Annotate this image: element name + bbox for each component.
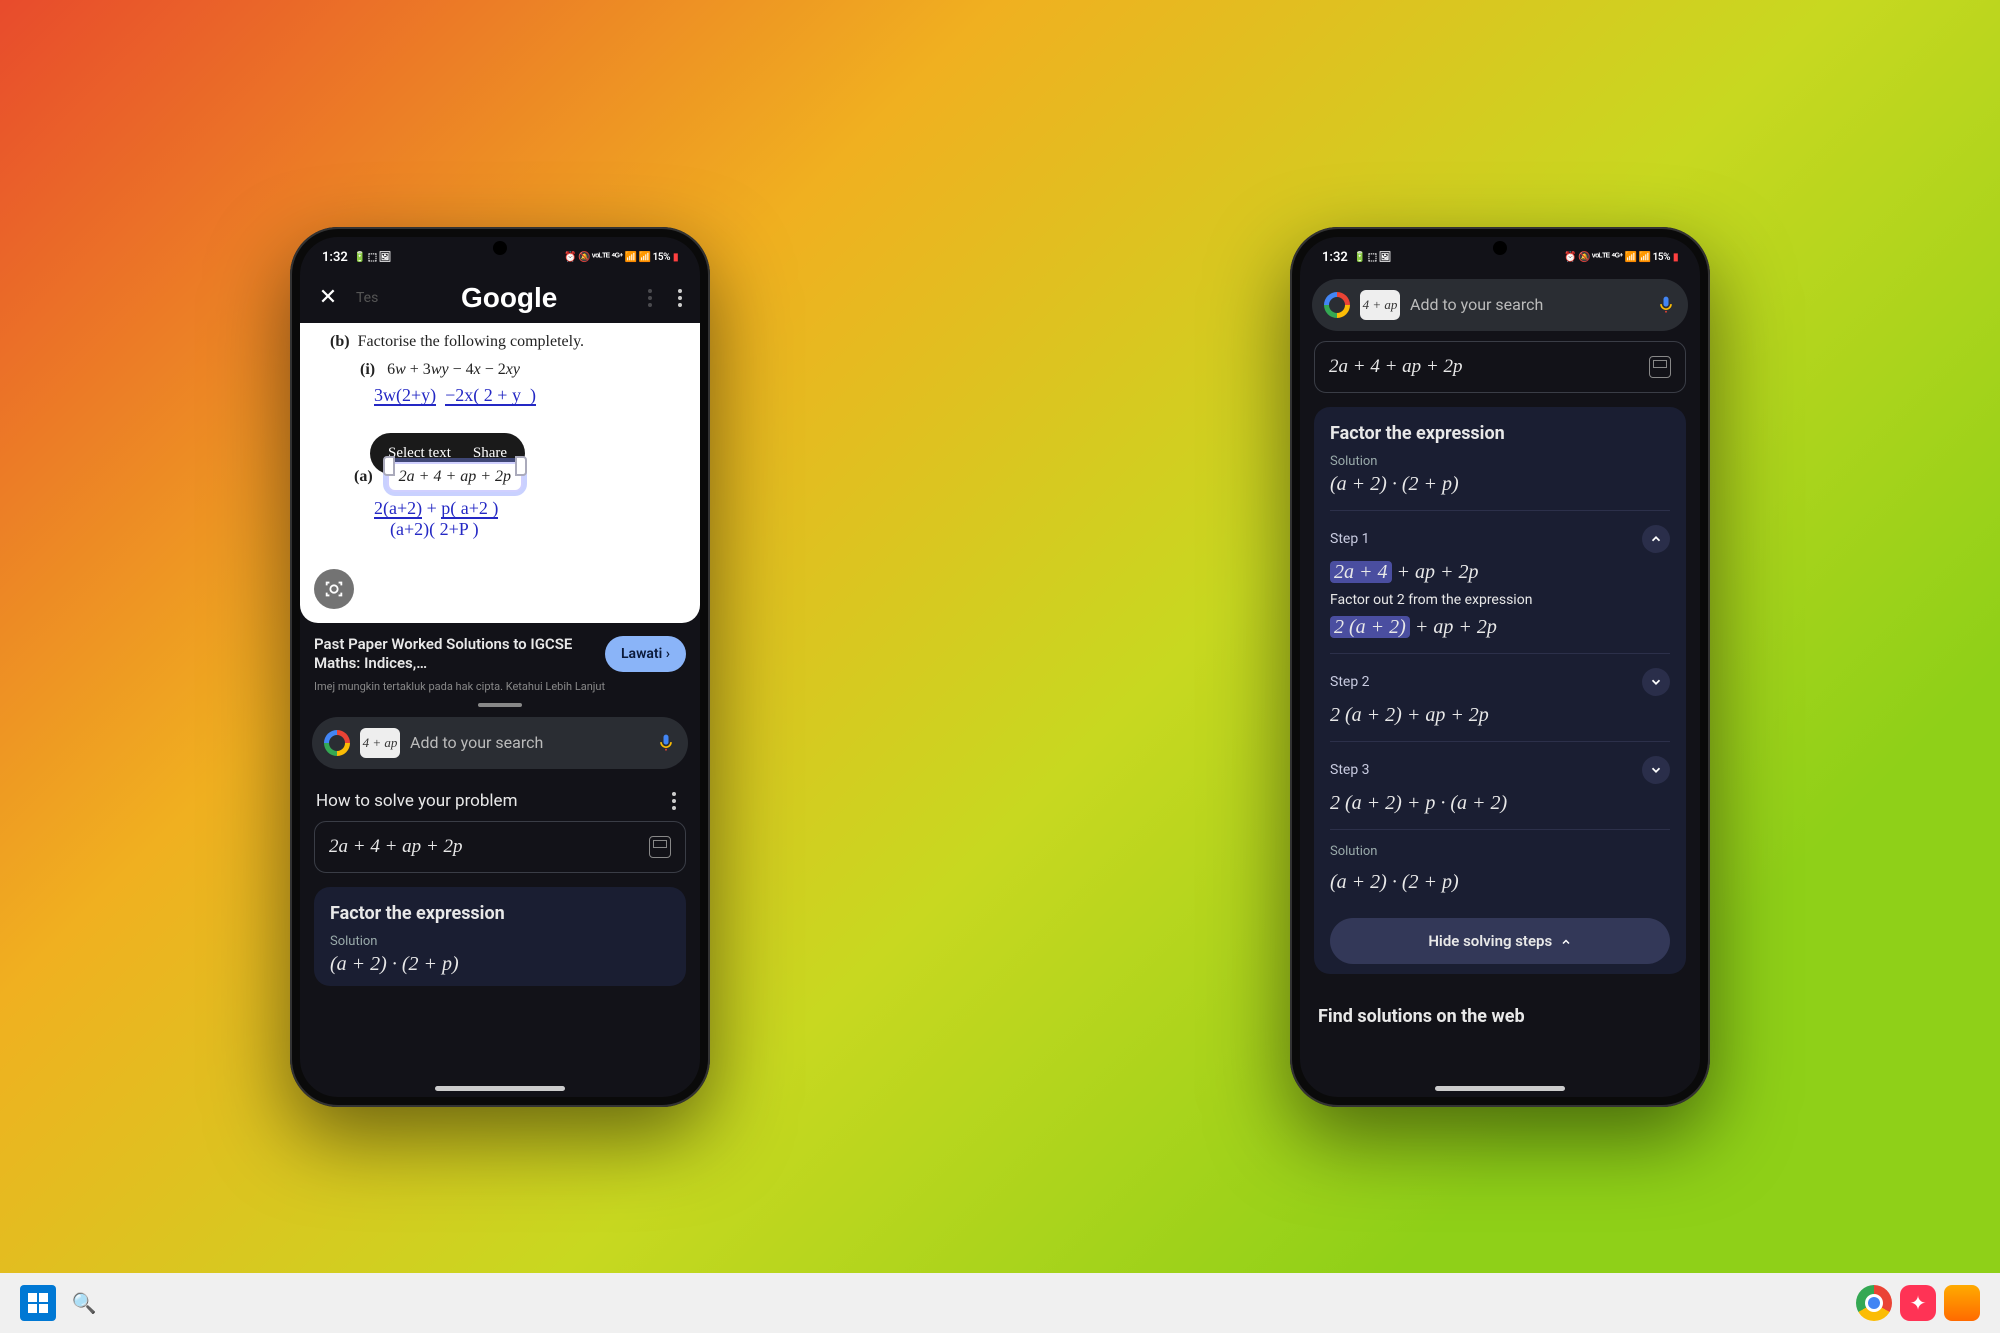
step-3[interactable]: Step 3 2 (a + 2) + p · (a + 2) [1330,741,1670,829]
gesture-bar[interactable] [1435,1086,1565,1091]
step3-label: Step 3 [1330,762,1370,778]
google-g-icon [324,730,350,756]
status-time: 1:32 [1322,250,1348,265]
mic-icon[interactable] [1656,295,1676,315]
step1-desc: Factor out 2 from the expression [1330,592,1670,608]
handwriting-2: 2(a+2) + p( a+2 ) [330,498,680,519]
expression-box[interactable]: 2a + 4 + ap + 2p [1314,341,1686,393]
search-bar[interactable]: 4 + ap Add to your search [1312,279,1688,331]
step2-label: Step 2 [1330,674,1370,690]
camera-hole [493,241,507,255]
factor-title: Factor the expression [1330,423,1670,444]
select-text-button[interactable]: Select text [388,445,451,462]
phone-left: 1:32 🔋 ⬚ 🖼 ⏰ 🔕 ᵛᵒᴸᵀᴱ ⁴ᴳ⁺ 📶 📶 15%▮ ✕ Tes … [290,227,710,1107]
solve-heading: How to solve your problem [316,791,518,811]
handwriting-1: 3w(2+y) −2x( 2 + y ) [330,385,680,406]
sheet-drag-handle[interactable] [478,703,522,707]
background-tab: Tes [356,290,378,306]
step3-eq: 2 (a + 2) + p · (a + 2) [1330,792,1670,815]
lens-shutter-icon[interactable] [314,569,354,609]
app-header: ✕ Tes Google [300,273,700,323]
share-button[interactable]: Share [473,445,507,462]
overflow-faded-icon [640,289,660,307]
factor-card: Factor the expression Solution (a + 2) ·… [1314,407,1686,974]
search-placeholder: Add to your search [410,733,646,752]
step1-eq2: 2 (a + 2) + ap + 2p [1330,616,1670,639]
chevron-down-icon[interactable] [1642,668,1670,696]
phone-right: 1:32 🔋 ⬚ 🖼 ⏰ 🔕 ᵛᵒᴸᵀᴱ ⁴ᴳ⁺ 📶 📶 15%▮ 4 + ap… [1290,227,1710,1107]
solution-label: Solution [1330,454,1670,469]
overflow-menu-icon[interactable] [670,289,690,307]
step-2[interactable]: Step 2 2 (a + 2) + ap + 2p [1330,653,1670,741]
search-bar[interactable]: 4 + ap Add to your search [312,717,688,769]
math-keyboard-icon[interactable] [1649,356,1671,378]
status-left-icons: 🔋 ⬚ 🖼 [354,252,391,263]
image-disclaimer: Imej mungkin tertakluk pada hak cipta. K… [300,680,700,699]
expression-text: 2a + 4 + ap + 2p [1329,356,1462,378]
mic-icon[interactable] [656,733,676,753]
source-result-row[interactable]: Past Paper Worked Solutions to IGCSE Mat… [300,623,700,680]
final-label: Solution [1330,844,1670,859]
solution-expression: (a + 2) · (2 + p) [330,953,670,976]
worksheet-line-i: (i) 6w + 3wy − 4x − 2xy [330,351,680,385]
status-time: 1:32 [322,250,348,265]
chevron-down-icon[interactable] [1642,756,1670,784]
hide-steps-button[interactable]: Hide solving steps [1330,918,1670,964]
expression-box[interactable]: 2a + 4 + ap + 2p [314,821,686,873]
source-title: Past Paper Worked Solutions to IGCSE Mat… [314,635,595,674]
search-placeholder: Add to your search [1410,295,1646,314]
lens-captured-image[interactable]: (b) (b) Factorise the following complete… [300,323,700,623]
search-image-chip[interactable]: 4 + ap [360,728,400,758]
status-left-icons: 🔋 ⬚ 🖼 [1354,252,1391,263]
step1-label: Step 1 [1330,531,1370,547]
handwriting-3: (a+2)( 2+P ) [330,519,680,540]
gesture-bar[interactable] [435,1086,565,1091]
worksheet-line-b: (b) (b) Factorise the following complete… [330,333,680,351]
status-right-icons: ⏰ 🔕 ᵛᵒᴸᵀᴱ ⁴ᴳ⁺ 📶 📶 15%▮ [1564,252,1678,263]
chevron-up-icon[interactable] [1642,525,1670,553]
step1-eq1: 2a + 4 + ap + 2p [1330,561,1670,584]
google-logo-text: Google [388,282,630,314]
web-solutions-heading: Find solutions on the web [1300,988,1700,1045]
status-right-icons: ⏰ 🔕 ᵛᵒᴸᵀᴱ ⁴ᴳ⁺ 📶 📶 15%▮ [564,252,678,263]
google-g-icon [1324,292,1350,318]
factor-card: Factor the expression Solution (a + 2) ·… [314,887,686,986]
expression-text: 2a + 4 + ap + 2p [329,836,462,858]
factor-title: Factor the expression [330,903,670,924]
final-solution-row: Solution (a + 2) · (2 + p) [1330,829,1670,908]
close-icon[interactable]: ✕ [310,280,346,316]
solve-section-header: How to solve your problem [300,773,700,821]
solve-overflow-icon[interactable] [664,792,684,810]
selected-expression[interactable]: 2a + 4 + ap + 2p [387,462,523,492]
solution-expression: (a + 2) · (2 + p) [1330,473,1670,496]
search-image-chip[interactable]: 4 + ap [1360,290,1400,320]
visit-button[interactable]: Lawati › [605,636,686,672]
camera-hole [1493,241,1507,255]
math-keyboard-icon[interactable] [649,836,671,858]
step2-eq: 2 (a + 2) + ap + 2p [1330,704,1670,727]
final-expression: (a + 2) · (2 + p) [1330,871,1670,894]
solution-label: Solution [330,934,670,949]
step-1[interactable]: Step 1 2a + 4 + ap + 2p Factor out 2 fro… [1330,510,1670,653]
